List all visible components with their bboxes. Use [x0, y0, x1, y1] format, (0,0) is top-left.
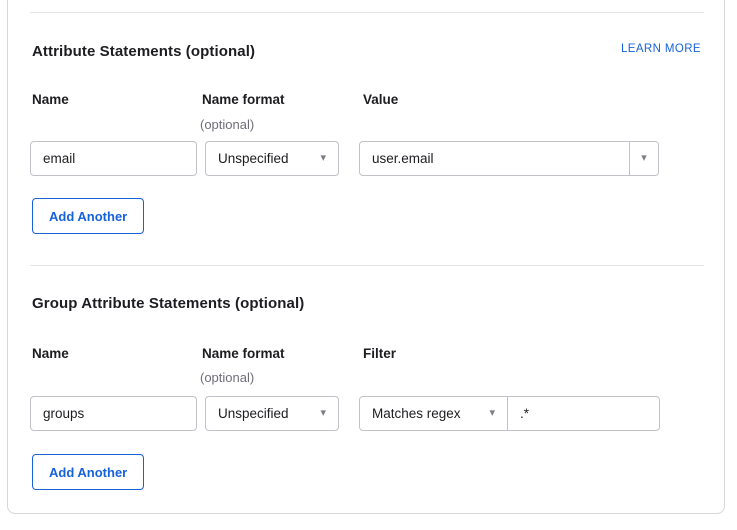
group-filter-column-label: Filter [363, 347, 396, 361]
group-filter-value-input[interactable] [508, 397, 659, 430]
group-name-format-column-label: Name format [202, 347, 285, 361]
attr-name-format-column-label: Name format [202, 93, 285, 107]
attr-value-input[interactable] [360, 142, 629, 175]
group-name-format-selected-value: Unspecified [218, 406, 289, 421]
attr-value-dropdown-button[interactable]: ▾ [629, 142, 658, 175]
group-filter-type-select[interactable]: Matches regex ▾ [360, 397, 508, 430]
attr-name-format-optional-note: (optional) [200, 118, 254, 132]
group-name-format-select[interactable]: Unspecified ▾ [205, 396, 339, 431]
group-name-input[interactable] [30, 396, 197, 431]
learn-more-link[interactable]: LEARN MORE [621, 43, 701, 55]
chevron-down-icon: ▾ [320, 408, 326, 419]
attr-name-input[interactable] [30, 141, 197, 176]
group-filter-combo: Matches regex ▾ [359, 396, 660, 431]
page: Attribute Statements (optional) LEARN MO… [0, 0, 737, 530]
group-attribute-statements-title: Group Attribute Statements (optional) [32, 296, 304, 312]
group-add-another-button[interactable]: Add Another [32, 454, 144, 490]
group-filter-type-selected-value: Matches regex [372, 406, 461, 421]
section-divider [30, 265, 704, 266]
chevron-down-icon: ▾ [489, 408, 495, 419]
attr-value-column-label: Value [363, 93, 398, 107]
attr-value-combo: ▾ [359, 141, 659, 176]
top-divider [30, 12, 704, 13]
chevron-down-icon: ▾ [641, 153, 647, 164]
attr-name-column-label: Name [32, 93, 69, 107]
group-name-column-label: Name [32, 347, 69, 361]
attribute-statements-title: Attribute Statements (optional) [32, 44, 255, 60]
attr-name-format-selected-value: Unspecified [218, 151, 289, 166]
attr-name-format-select[interactable]: Unspecified ▾ [205, 141, 339, 176]
attr-add-another-button[interactable]: Add Another [32, 198, 144, 234]
saml-settings-panel [7, 0, 725, 514]
chevron-down-icon: ▾ [320, 153, 326, 164]
group-name-format-optional-note: (optional) [200, 371, 254, 385]
